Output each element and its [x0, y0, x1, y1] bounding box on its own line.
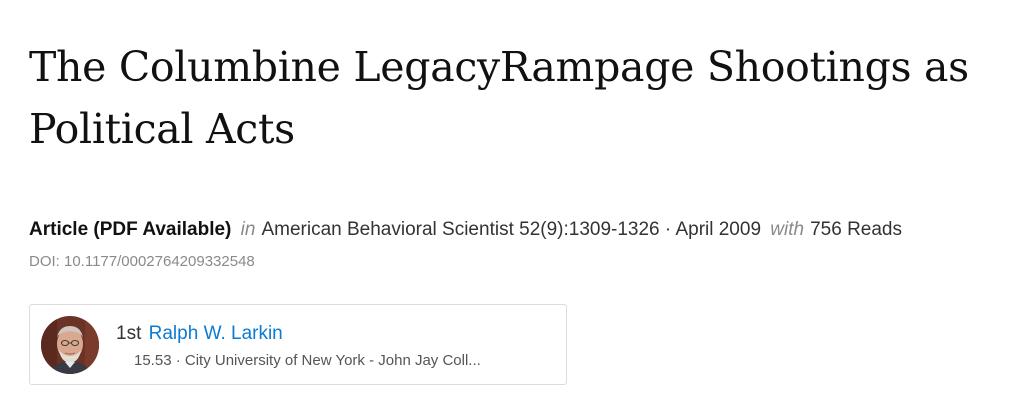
author-rank: 1st — [116, 323, 142, 344]
author-line: 1st Ralph W. Larkin — [116, 322, 283, 346]
author-score-affiliation: 15.53 · City University of New York - Jo… — [134, 352, 481, 369]
avatar-image — [41, 316, 99, 374]
author-card[interactable]: 1st Ralph W. Larkin 15.53 · City Univers… — [29, 304, 567, 385]
author-avatar[interactable] — [41, 316, 99, 374]
journal-info[interactable]: American Behavioral Scientist 52(9):1309… — [261, 219, 761, 240]
in-label: in — [240, 219, 256, 240]
reads-count: 756 Reads — [810, 219, 902, 240]
article-type: Article (PDF Available) — [29, 219, 232, 240]
author-name-link[interactable]: Ralph W. Larkin — [149, 323, 283, 344]
with-label: with — [770, 219, 805, 240]
article-meta: Article (PDF Available) in American Behav… — [29, 218, 902, 242]
page-title: The Columbine LegacyRampage Shootings as… — [29, 43, 969, 153]
doi[interactable]: DOI: 10.1177/0002764209332548 — [29, 252, 255, 272]
